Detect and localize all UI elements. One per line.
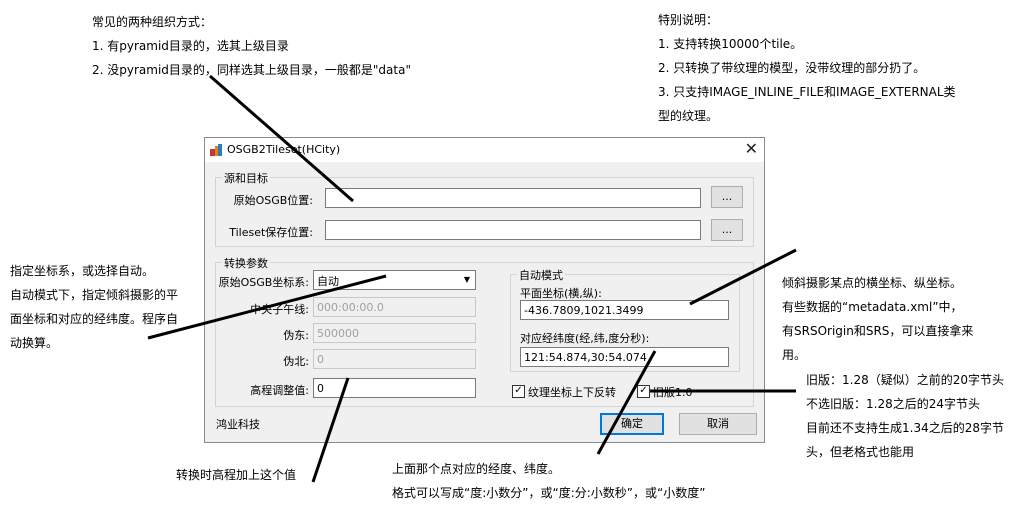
crs-select[interactable]: 自动 ▼ <box>313 270 476 290</box>
note-right-mid: 倾斜摄影某点的横坐标、纵坐标。 有些数据的“metadata.xml”中， 有S… <box>782 271 973 367</box>
tileset-path-label: Tileset保存位置: <box>229 226 313 239</box>
false-east-input[interactable] <box>313 323 476 343</box>
note-line: 2. 没pyramid目录的，同样选其上级目录，一般都是"data" <box>92 63 411 77</box>
browse-osgb-button[interactable]: ... <box>711 186 743 208</box>
note-line: 转换时高程加上这个值 <box>176 468 297 482</box>
note-right-low: 旧版：1.28（疑似）之前的20字节头 不选旧版：1.28之后的24字节头 目前… <box>806 368 1004 464</box>
false-north-input[interactable] <box>313 349 476 369</box>
cancel-button[interactable]: 取消 <box>679 413 757 435</box>
crs-select-value: 自动 <box>317 275 339 288</box>
tileset-path-input[interactable] <box>325 220 701 240</box>
group-title: 自动模式 <box>517 267 565 283</box>
note-line: 有SRSOrigin和SRS，可以直接拿来 <box>782 324 974 338</box>
group-title: 源和目标 <box>222 170 270 186</box>
note-top-left: 常见的两种组织方式： 1. 有pyramid目录的，选其上级目录 2. 没pyr… <box>92 10 411 82</box>
old-version-checkbox[interactable]: ✓ <box>637 385 650 398</box>
ok-button[interactable]: 确定 <box>600 413 664 435</box>
note-line: 有些数据的“metadata.xml”中， <box>782 300 963 314</box>
note-top-right: 特别说明： 1. 支持转换10000个tile。 2. 只转换了带纹理的模型，没… <box>658 8 956 128</box>
elevation-offset-label: 高程调整值: <box>250 384 309 397</box>
note-line: 旧版：1.28（疑似）之前的20字节头 <box>806 373 1004 387</box>
osgb2tileset-dialog: OSGB2Tileset(HCity) ✕ 源和目标 原始OSGB位置: ...… <box>204 137 765 443</box>
note-line: 不选旧版：1.28之后的24字节头 <box>806 397 980 411</box>
note-line: 目前还不支持生成1.34之后的28字节 <box>806 421 1004 435</box>
old-version-label[interactable]: 旧版1.0 <box>653 384 693 400</box>
note-line: 头，但老格式也能用 <box>806 445 915 459</box>
note-line: 3. 只支持IMAGE_INLINE_FILE和IMAGE_EXTERNAL类 <box>658 85 956 99</box>
chevron-down-icon[interactable]: ▼ <box>459 271 475 289</box>
note-bottom-center: 上面那个点对应的经度、纬度。 格式可以写成“度:小数分”，或“度:分:小数秒”，… <box>392 457 705 505</box>
elevation-offset-input[interactable] <box>313 378 476 398</box>
plane-coord-input[interactable] <box>520 300 729 320</box>
note-title: 特别说明： <box>658 13 719 27</box>
central-meridian-label: 中央子午线: <box>250 303 309 316</box>
note-line: 1. 有pyramid目录的，选其上级目录 <box>92 39 289 53</box>
note-left-mid: 指定坐标系，或选择自动。 自动模式下，指定倾斜摄影的平 面坐标和对应的经纬度。程… <box>10 259 178 355</box>
note-line: 上面那个点对应的经度、纬度。 <box>392 462 561 476</box>
lonlat-label: 对应经纬度(经,纬,度分秒): <box>520 332 650 345</box>
title-bar[interactable]: OSGB2Tileset(HCity) ✕ <box>205 138 764 162</box>
flip-texture-checkbox[interactable]: ✓ <box>512 385 525 398</box>
note-line: 自动模式下，指定倾斜摄影的平 <box>10 288 179 302</box>
osgb-path-input[interactable] <box>325 188 701 208</box>
note-line: 指定坐标系，或选择自动。 <box>10 264 155 278</box>
osgb-path-label: 原始OSGB位置: <box>233 194 313 207</box>
lonlat-input[interactable] <box>520 347 729 367</box>
window-title: OSGB2Tileset(HCity) <box>227 143 341 156</box>
browse-tileset-button[interactable]: ... <box>711 219 743 241</box>
note-bottom-left: 转换时高程加上这个值 <box>176 463 296 487</box>
note-line: 用。 <box>782 348 807 362</box>
note-line: 格式可以写成“度:小数分”，或“度:分:小数秒”，或“小数度” <box>392 486 706 500</box>
false-north-label: 伪北: <box>283 355 309 368</box>
group-title: 转换参数 <box>222 255 270 271</box>
note-line: 倾斜摄影某点的横坐标、纵坐标。 <box>782 276 963 290</box>
plane-coord-label: 平面坐标(横,纵): <box>520 287 602 300</box>
note-line: 面坐标和对应的经纬度。程序自 <box>10 312 179 326</box>
crs-label: 原始OSGB坐标系: <box>218 276 309 289</box>
note-line: 2. 只转换了带纹理的模型，没带纹理的部分扔了。 <box>658 61 926 75</box>
note-line: 1. 支持转换10000个tile。 <box>658 37 803 51</box>
company-label: 鸿业科技 <box>216 418 260 431</box>
note-line: 动换算。 <box>10 336 59 350</box>
false-east-label: 伪东: <box>283 329 309 342</box>
note-title: 常见的两种组织方式： <box>92 15 213 29</box>
note-line: 型的纹理。 <box>658 109 719 123</box>
close-icon[interactable]: ✕ <box>745 140 758 158</box>
app-icon <box>210 144 222 156</box>
central-meridian-input[interactable] <box>313 297 476 317</box>
flip-texture-label[interactable]: 纹理坐标上下反转 <box>528 384 616 400</box>
